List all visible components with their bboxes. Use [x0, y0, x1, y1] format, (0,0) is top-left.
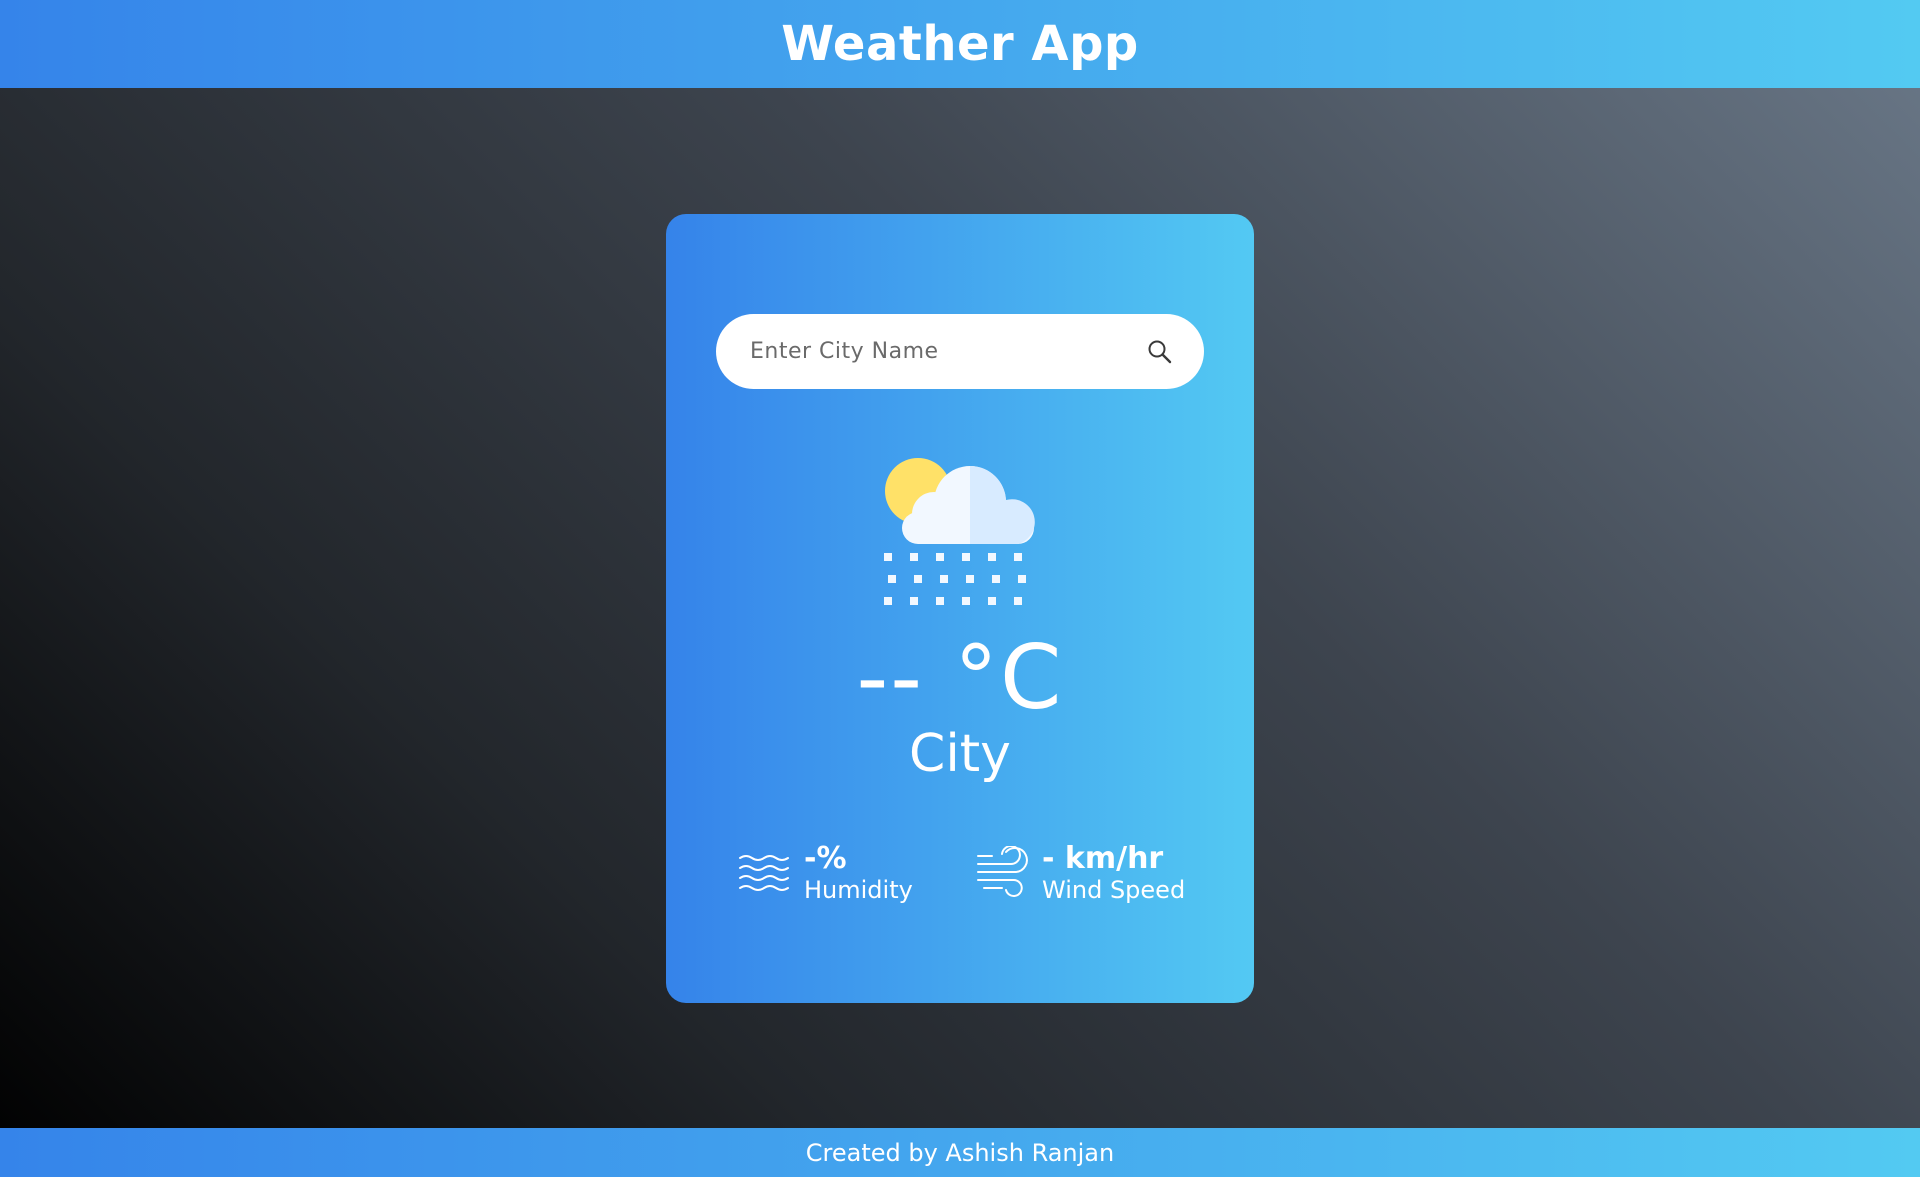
- search-icon: [1148, 340, 1172, 363]
- city-name: City: [909, 724, 1011, 784]
- city-search-input[interactable]: [748, 330, 1142, 373]
- humidity-label: Humidity: [804, 876, 913, 904]
- humidity-value: -%: [804, 841, 847, 876]
- humidity-waves-icon: [739, 855, 789, 891]
- wind-speed-value: - km/hr: [1042, 841, 1164, 876]
- temperature-value: -- °C: [856, 626, 1064, 729]
- wind-speed-label: Wind Speed: [1042, 876, 1186, 904]
- snow-cloud-sun-icon: [884, 458, 1035, 605]
- search-button[interactable]: [1142, 334, 1178, 370]
- app-title: Weather App: [781, 16, 1139, 72]
- search-bar: [716, 314, 1204, 389]
- wind-icon: [977, 846, 1028, 897]
- app-footer: Created by Ashish Ranjan: [0, 1128, 1920, 1177]
- footer-credit: Created by Ashish Ranjan: [805, 1138, 1115, 1167]
- wind-detail: - km/hr Wind Speed: [976, 842, 1185, 904]
- humidity-detail: -% Humidity: [738, 842, 913, 904]
- app-header: Weather App: [0, 0, 1920, 88]
- weather-card: -- °C City -% Humidity -: [666, 214, 1254, 1003]
